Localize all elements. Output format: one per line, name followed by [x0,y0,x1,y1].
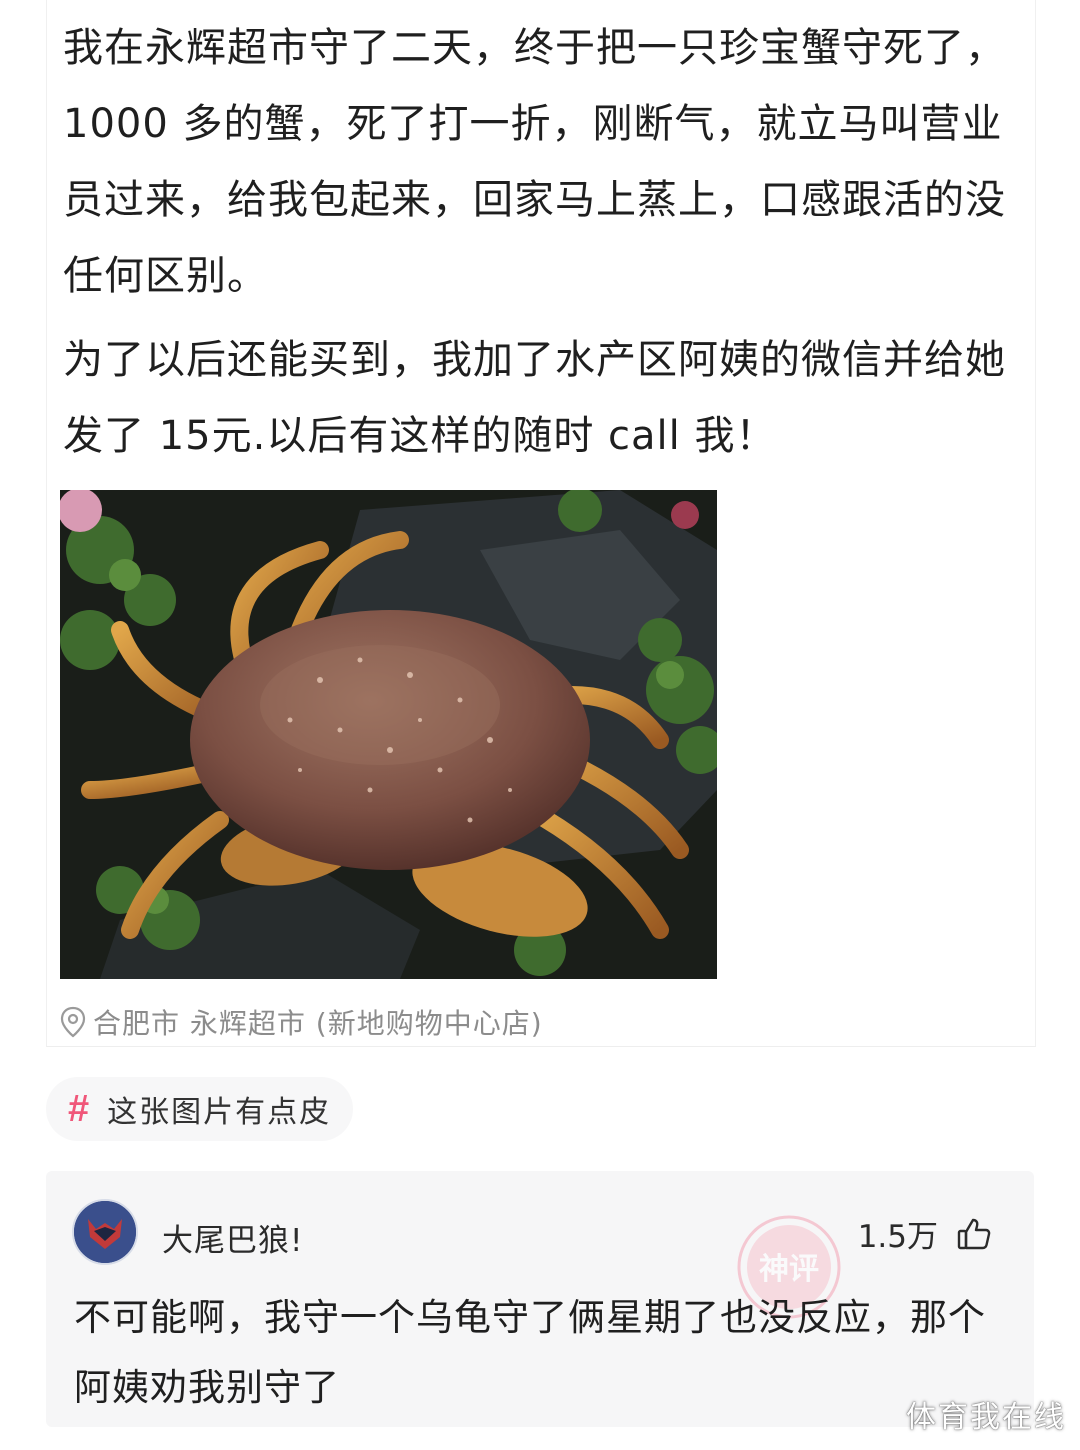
watermark: 体育我在线 [906,1400,1066,1435]
topic-label: 这张图片有点皮 [107,1095,332,1130]
topic-chip[interactable]: # 这张图片有点皮 [46,1077,354,1141]
like-count: 1.5万 [857,1219,938,1255]
location-label: 合肥市 永辉超市 (新地购物中心店) [93,1007,543,1040]
wolf-avatar-icon [74,1201,136,1263]
comment-like-button[interactable]: 1.5万 [858,1211,992,1256]
comment-username[interactable]: 大尾巴狼! [162,1215,303,1260]
post-card: 我在永辉超市守了二天，终于把一只珍宝蟹守死了，1000 多的蟹，死了打一折，刚断… [46,0,1036,1047]
crab-photo[interactable] [60,490,717,979]
stamp-label: 神评 [759,1252,819,1287]
hashtag-icon: # [68,1087,92,1130]
crab-illustration [60,490,717,979]
post-paragraph-2: 为了以后还能买到，我加了水产区阿姨的微信并给她发了 15元.以后有这样的随时 c… [63,337,1006,459]
location-pin-icon [60,1006,86,1038]
comment-text: 不可能啊，我守一个乌龟守了俩星期了也没反应，那个阿姨劝我别守了 [74,1296,986,1409]
top-comment: 大尾巴狼! 神评 1.5万 不可能啊，我守一个乌龟守了俩星期了也没反应，那个阿姨… [46,1171,1034,1427]
post-location[interactable]: 合肥市 永辉超市 (新地购物中心店) [59,1002,543,1042]
thumbs-up-icon [957,1218,991,1249]
post-paragraph-1: 我在永辉超市守了二天，终于把一只珍宝蟹守死了，1000 多的蟹，死了打一折，刚断… [63,25,1006,299]
avatar[interactable] [72,1199,138,1265]
